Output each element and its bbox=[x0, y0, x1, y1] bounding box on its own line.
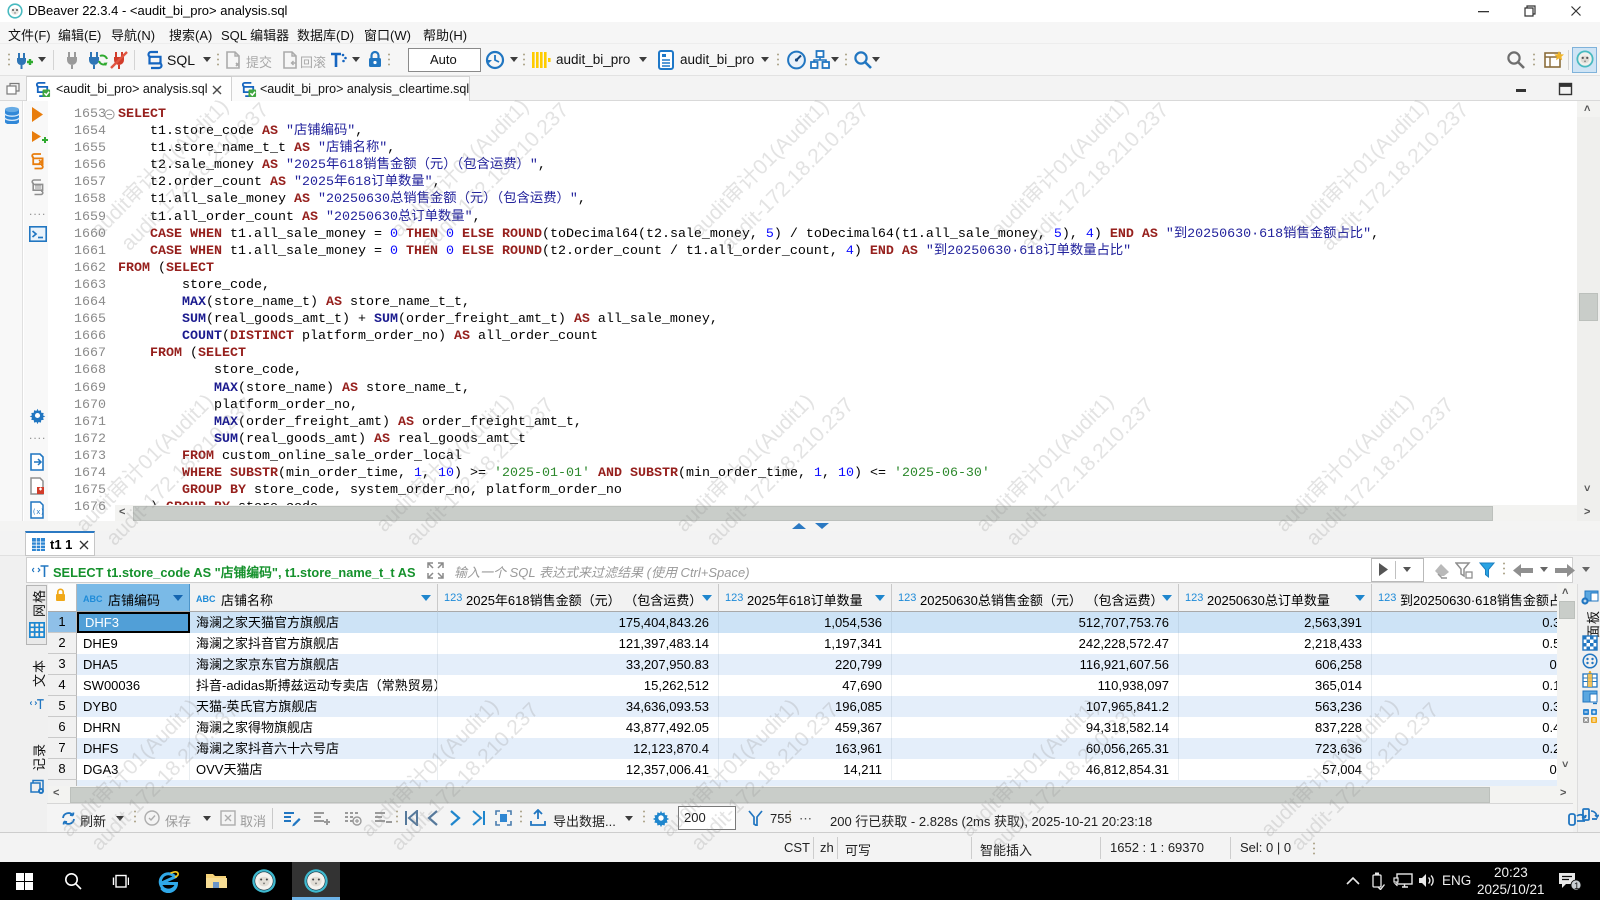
svg-text:1: 1 bbox=[1574, 881, 1579, 892]
